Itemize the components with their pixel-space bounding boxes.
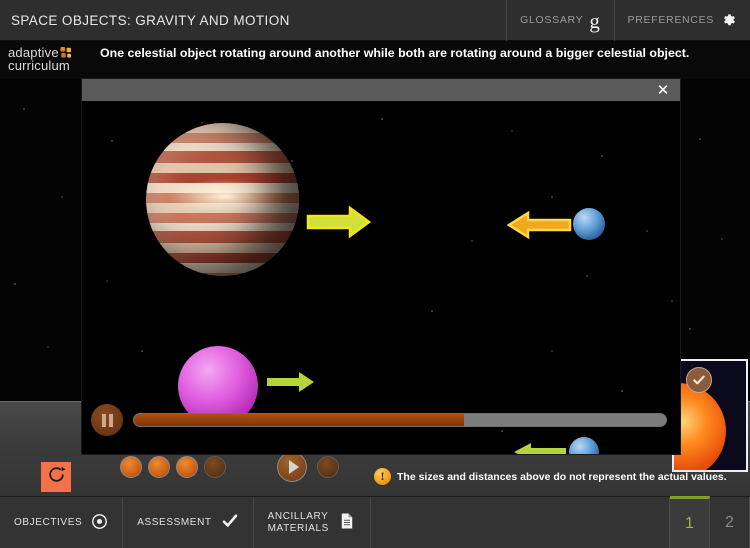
play-button[interactable] <box>277 452 307 482</box>
nav-ancillary-label-line1: ANCILLARY <box>267 510 329 522</box>
page-title: SPACE OBJECTS: GRAVITY AND MOTION <box>11 12 290 28</box>
prompt-text: One celestial object rotating around ano… <box>100 46 690 60</box>
arrow-blue-top-left <box>506 210 572 245</box>
glossary-button[interactable]: GLOSSARY g <box>506 0 613 41</box>
warning-exclamation-icon: ! <box>374 468 391 485</box>
modal-scene <box>82 101 680 454</box>
pause-button[interactable] <box>91 404 123 436</box>
preferences-button[interactable]: PREFERENCES <box>613 0 750 41</box>
top-bar: SPACE OBJECTS: GRAVITY AND MOTION GLOSSA… <box>0 0 750 41</box>
video-modal: ✕ <box>82 79 680 454</box>
brand-logo: adaptive curriculum <box>8 46 98 72</box>
bottom-nav: OBJECTIVES ASSESSMENT ANCILLARY MATERIAL… <box>0 496 750 548</box>
step-dot-3[interactable] <box>176 456 198 478</box>
document-icon <box>338 511 356 534</box>
nav-assessment[interactable]: ASSESSMENT <box>123 497 254 548</box>
brand-line2: curriculum <box>8 58 70 73</box>
gear-icon <box>720 12 737 29</box>
app-root: SPACE OBJECTS: GRAVITY AND MOTION GLOSSA… <box>0 0 750 548</box>
nav-objectives[interactable]: OBJECTIVES <box>0 497 124 548</box>
video-controls <box>82 392 680 454</box>
nav-ancillary-label-line2: MATERIALS <box>267 522 329 534</box>
reset-button[interactable] <box>41 462 71 492</box>
glossary-label: GLOSSARY <box>520 14 584 26</box>
step-dot-1[interactable] <box>120 456 142 478</box>
reset-icon <box>47 465 66 489</box>
video-progress-bar[interactable] <box>133 413 667 427</box>
step-dot-2[interactable] <box>148 456 170 478</box>
sun-panel <box>672 359 748 472</box>
jupiter-planet <box>146 123 299 276</box>
pause-icon-bar-left <box>101 413 106 427</box>
nav-assessment-label: ASSESSMENT <box>137 517 212 528</box>
nav-ancillary-materials[interactable]: ANCILLARY MATERIALS <box>254 497 371 548</box>
page-tab-2[interactable]: 2 <box>710 497 750 548</box>
video-progress-fill <box>134 414 464 426</box>
page-tab-1[interactable]: 1 <box>670 496 710 548</box>
modal-header: ✕ <box>82 79 680 101</box>
close-icon[interactable]: ✕ <box>654 81 672 99</box>
check-icon <box>221 512 239 533</box>
nav-spacer <box>371 497 670 548</box>
step-dot-4[interactable] <box>204 456 226 478</box>
sun-image <box>674 383 726 470</box>
check-icon <box>693 375 705 385</box>
sun-check-button[interactable] <box>686 367 712 393</box>
nav-objectives-label: OBJECTIVES <box>14 517 83 528</box>
blue-planet-top <box>573 208 605 240</box>
glossary-g-icon: g <box>589 8 601 33</box>
preferences-label: PREFERENCES <box>627 14 714 26</box>
arrow-jupiter-right <box>306 205 372 244</box>
warning-text: The sizes and distances above do not rep… <box>397 470 727 483</box>
target-icon <box>91 513 108 533</box>
pause-icon-bar-right <box>108 413 113 427</box>
play-icon <box>288 460 299 474</box>
step-dot-5[interactable] <box>317 456 339 478</box>
